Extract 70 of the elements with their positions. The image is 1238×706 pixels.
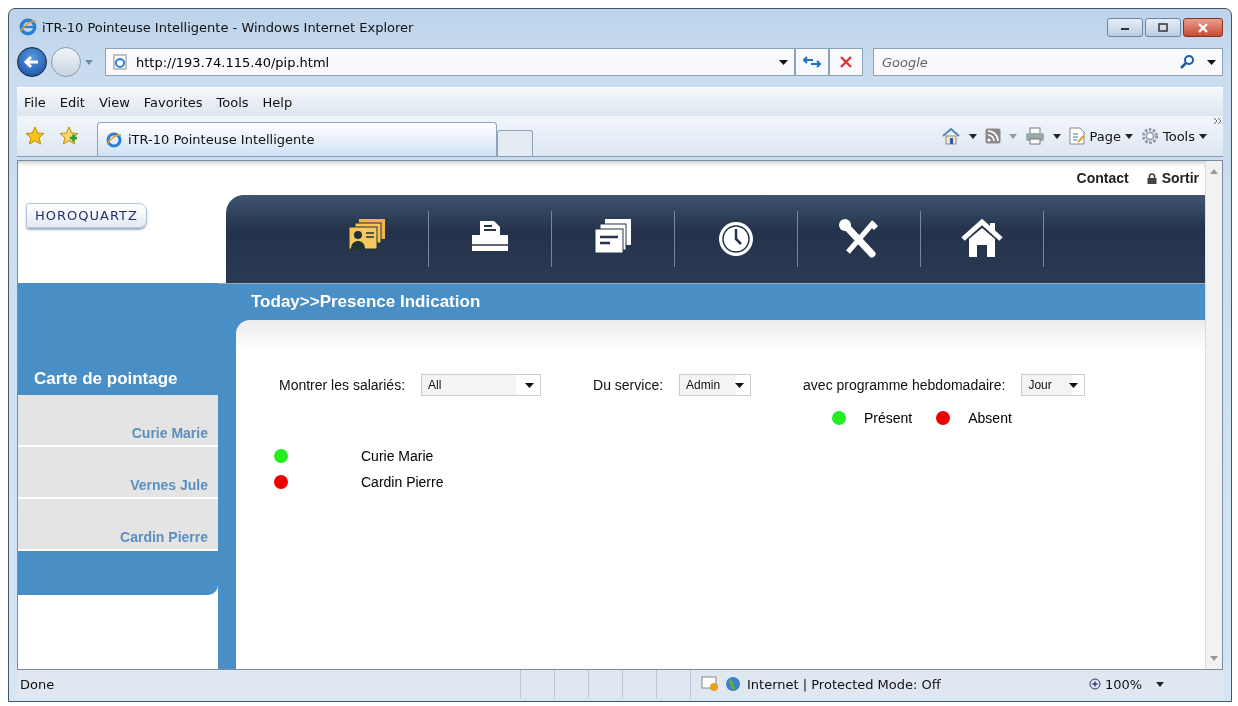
- caret-icon[interactable]: [1207, 59, 1216, 65]
- menu-item[interactable]: Favorites: [136, 90, 210, 114]
- menu-item[interactable]: Edit: [52, 90, 92, 114]
- legend-label: Présent: [864, 410, 913, 426]
- page-menu-button[interactable]: Page: [1069, 127, 1133, 145]
- page-edit-icon: [1069, 127, 1086, 145]
- refresh-icon: [803, 54, 821, 70]
- employee-name: Curie Marie: [361, 448, 434, 464]
- caret-icon: [1069, 382, 1079, 388]
- close-icon: [839, 55, 853, 69]
- caret-icon: [735, 382, 745, 388]
- add-favorite-icon[interactable]: [59, 126, 79, 146]
- filter-label: Du service:: [593, 377, 664, 393]
- search-field[interactable]: Google: [873, 48, 1223, 76]
- stop-button[interactable]: [829, 48, 863, 76]
- zoom-caret-icon[interactable]: [1156, 681, 1165, 687]
- caret-icon: [525, 382, 535, 388]
- zoom-icon: [1089, 677, 1102, 691]
- caret-icon[interactable]: [779, 59, 788, 65]
- breadcrumb: Today>>Presence Indication: [251, 292, 481, 312]
- caret-icon: [1199, 133, 1207, 139]
- menu-item[interactable]: File: [17, 90, 53, 114]
- employee-name: Cardin Pierre: [361, 474, 444, 490]
- filter-label: Montrer les salariés:: [279, 377, 406, 393]
- status-text: Done: [19, 676, 56, 692]
- page-icon: [112, 54, 128, 70]
- filter-label: avec programme hebdomadaire:: [803, 377, 1006, 393]
- scrollbar[interactable]: [1205, 161, 1222, 669]
- zoom-button[interactable]: 100%: [1089, 676, 1143, 692]
- security-zone-text: Internet | Protected Mode: Off: [747, 676, 941, 692]
- logout-link[interactable]: Sortir: [1146, 170, 1199, 186]
- scroll-up-icon[interactable]: [1210, 169, 1218, 174]
- settings-icon: [1140, 127, 1159, 145]
- minimize-button[interactable]: [1107, 18, 1143, 37]
- feed-icon[interactable]: [985, 128, 1002, 144]
- menu-item[interactable]: Tools: [209, 90, 256, 114]
- browser-tab[interactable]: iTR-10 Pointeuse Intelligente: [97, 122, 497, 156]
- close-button[interactable]: [1183, 18, 1223, 37]
- tools-icon[interactable]: [838, 218, 880, 260]
- printer-icon[interactable]: [1025, 127, 1046, 145]
- back-button[interactable]: [17, 47, 47, 77]
- refresh-button[interactable]: [795, 48, 829, 76]
- address-field[interactable]: http://193.74.115.40/pip.html: [105, 48, 795, 76]
- clock-icon[interactable]: [716, 219, 756, 259]
- contact-link[interactable]: Contact: [1076, 170, 1129, 186]
- browser-logo-icon: [19, 18, 37, 36]
- window-title: iTR-10 Pointeuse Intelligente - Windows Internet Explorer: [42, 19, 414, 35]
- tools-menu-button[interactable]: Tools: [1140, 127, 1207, 145]
- favorites-star-icon[interactable]: [25, 126, 45, 146]
- dropdown[interactable]: Jour: [1021, 374, 1086, 396]
- scroll-down-icon[interactable]: [1210, 656, 1218, 661]
- menu-item[interactable]: Help: [255, 90, 300, 114]
- legend-label: Absent: [968, 410, 1012, 426]
- lock-icon: [1146, 172, 1157, 184]
- dropdown[interactable]: Admin: [679, 374, 752, 396]
- dropdown[interactable]: All: [421, 374, 542, 396]
- menu-item[interactable]: View: [91, 90, 137, 114]
- sidebar-title: Carte de pointage: [33, 368, 179, 390]
- chevron-icon[interactable]: [1213, 117, 1223, 125]
- home-icon[interactable]: [941, 127, 962, 145]
- maximize-icon: [1158, 23, 1168, 32]
- caret-icon[interactable]: [1053, 133, 1062, 139]
- browser-logo-icon: [106, 131, 122, 148]
- search-icon[interactable]: [1179, 54, 1195, 70]
- maximize-button[interactable]: [1145, 18, 1181, 37]
- company-logo: HOROQUARTZ: [26, 203, 147, 228]
- caret-icon[interactable]: [969, 133, 978, 139]
- globe-icon: [725, 676, 741, 692]
- caret-icon: [1124, 133, 1133, 139]
- close-icon: [1197, 22, 1209, 33]
